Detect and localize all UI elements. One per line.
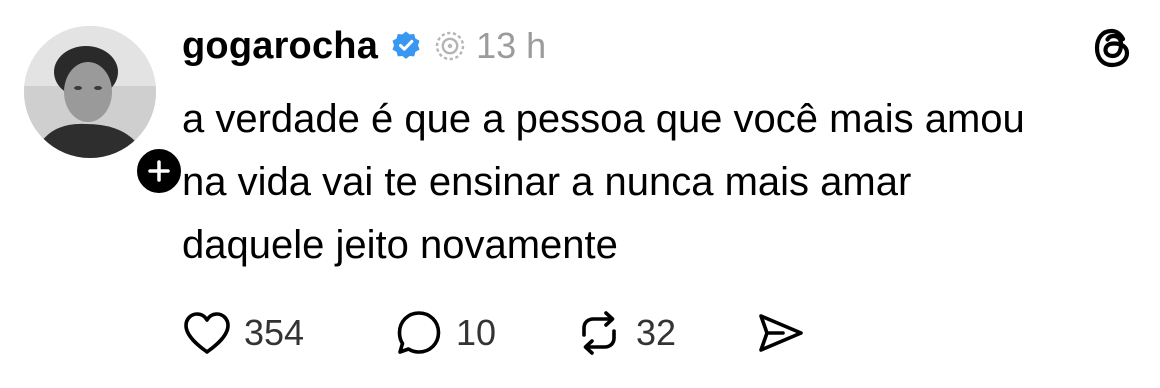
- avatar-container: [24, 26, 186, 198]
- repost-count: 32: [636, 312, 677, 353]
- post-text-line: na vida vai te ensinar a nunca mais amar: [182, 160, 912, 204]
- username[interactable]: gogarocha: [182, 25, 378, 68]
- send-icon: [759, 314, 803, 352]
- verified-badge-icon: [392, 31, 420, 59]
- post-time: 13 h: [476, 25, 547, 66]
- like-button[interactable]: 354: [182, 306, 304, 360]
- avatar[interactable]: [24, 26, 156, 158]
- comment-icon: [397, 311, 441, 354]
- threads-logo-icon[interactable]: [1090, 25, 1136, 71]
- like-count: 354: [244, 312, 305, 353]
- reply-count: 10: [456, 312, 497, 353]
- repost-button[interactable]: 32: [574, 306, 676, 360]
- share-button[interactable]: [756, 306, 806, 360]
- follow-button[interactable]: [132, 144, 186, 198]
- plus-icon: [148, 160, 170, 182]
- post-text-line: daquele jeito novamente: [182, 223, 618, 267]
- thread-post: gogarocha 13 h a verdade é que a pessoa …: [0, 0, 1160, 388]
- post-text-line: a verdade é que a pessoa que você mais a…: [182, 97, 1025, 141]
- reply-button[interactable]: 10: [394, 306, 496, 360]
- heart-icon: [184, 312, 230, 354]
- post-text: a verdade é que a pessoa que você mais a…: [182, 88, 1142, 277]
- threads-meta-icon: [435, 31, 465, 61]
- post-header: gogarocha 13 h: [182, 20, 546, 72]
- avatar-photo: [24, 26, 156, 158]
- repost-icon: [582, 311, 616, 355]
- post-actions: 354 10 32: [182, 306, 882, 360]
